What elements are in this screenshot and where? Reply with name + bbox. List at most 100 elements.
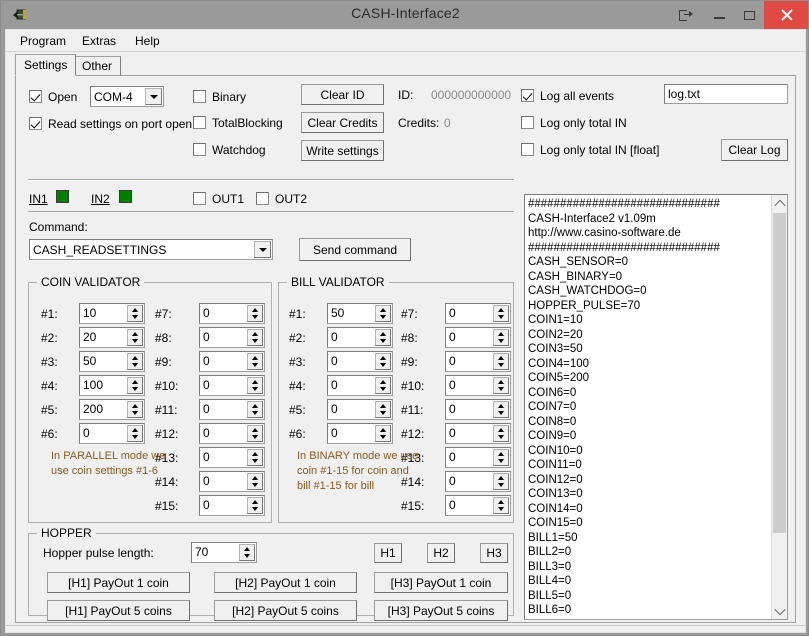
coin-right-stepper-6[interactable]: 0 xyxy=(199,423,265,444)
bill-left-stepper-4[interactable]: 0 xyxy=(327,375,393,396)
stepper-down-icon[interactable] xyxy=(127,337,143,346)
out2-checkbox[interactable]: OUT2 xyxy=(256,191,307,206)
chevron-down-icon[interactable] xyxy=(772,602,787,619)
log-total-in-checkbox[interactable]: Log only total IN xyxy=(521,115,627,130)
chevron-down-icon[interactable] xyxy=(254,241,271,258)
coin-left-stepper-4[interactable]: 100 xyxy=(79,375,145,396)
h3-payout-5-button[interactable]: [H3] PayOut 5 coins xyxy=(374,600,508,621)
log-scrollbar[interactable] xyxy=(771,195,787,619)
stepper-down-icon[interactable] xyxy=(493,505,509,514)
binary-checkbox[interactable]: Binary xyxy=(193,89,246,104)
bill-left-stepper-3[interactable]: 0 xyxy=(327,351,393,372)
bill-right-stepper-1[interactable]: 0 xyxy=(445,303,511,324)
maximize-button[interactable] xyxy=(734,1,764,29)
stepper-down-icon[interactable] xyxy=(493,457,509,466)
stepper-down-icon[interactable] xyxy=(493,337,509,346)
log-total-in-float-checkbox[interactable]: Log only total IN [float] xyxy=(521,142,659,157)
stepper-down-icon[interactable] xyxy=(247,433,263,442)
chevron-down-icon[interactable] xyxy=(145,88,162,105)
stepper-down-icon[interactable] xyxy=(493,481,509,490)
stepper-down-icon[interactable] xyxy=(247,457,263,466)
clear-log-button[interactable]: Clear Log xyxy=(721,139,788,161)
stepper-down-icon[interactable] xyxy=(247,313,263,322)
h3-payout-1-button[interactable]: [H3] PayOut 1 coin xyxy=(374,572,508,593)
stepper-down-icon[interactable] xyxy=(375,385,391,394)
stepper-down-icon[interactable] xyxy=(127,361,143,370)
coin-left-stepper-1[interactable]: 10 xyxy=(79,303,145,324)
h1-payout-1-button[interactable]: [H1] PayOut 1 coin xyxy=(47,572,190,593)
coin-left-stepper-5[interactable]: 200 xyxy=(79,399,145,420)
stepper-down-icon[interactable] xyxy=(247,361,263,370)
bill-left-stepper-2[interactable]: 0 xyxy=(327,327,393,348)
coin-right-stepper-1[interactable]: 0 xyxy=(199,303,265,324)
com-port-select[interactable]: COM-4 xyxy=(90,86,164,107)
bill-right-stepper-8[interactable]: 0 xyxy=(445,471,511,492)
close-button[interactable] xyxy=(764,1,808,29)
menu-item-extras[interactable]: Extras xyxy=(76,33,122,49)
totalblocking-checkbox[interactable]: TotalBlocking xyxy=(193,115,283,130)
minimize-button[interactable] xyxy=(704,1,734,29)
coin-right-stepper-3[interactable]: 0 xyxy=(199,351,265,372)
h1-button[interactable]: H1 xyxy=(374,543,402,563)
log-scrollbar-thumb[interactable] xyxy=(773,213,786,533)
coin-right-stepper-2[interactable]: 0 xyxy=(199,327,265,348)
stepper-down-icon[interactable] xyxy=(493,361,509,370)
stepper-down-icon[interactable] xyxy=(247,385,263,394)
write-settings-button[interactable]: Write settings xyxy=(301,140,384,161)
log-all-events-checkbox[interactable]: Log all events xyxy=(521,88,614,103)
send-command-button[interactable]: Send command xyxy=(299,238,411,261)
stepper-down-icon[interactable] xyxy=(375,313,391,322)
bill-left-stepper-1[interactable]: 50 xyxy=(327,303,393,324)
out1-checkbox[interactable]: OUT1 xyxy=(193,191,244,206)
coin-left-stepper-2[interactable]: 20 xyxy=(79,327,145,348)
in2-label[interactable]: IN2 xyxy=(91,192,110,206)
read-settings-checkbox[interactable]: Read settings on port open xyxy=(29,116,192,131)
coin-left-stepper-6[interactable]: 0 xyxy=(79,423,145,444)
stepper-down-icon[interactable] xyxy=(493,313,509,322)
bill-right-stepper-9[interactable]: 0 xyxy=(445,495,511,516)
stepper-down-icon[interactable] xyxy=(247,505,263,514)
hopper-pulse-stepper[interactable]: 70 xyxy=(191,542,257,563)
bill-right-stepper-6[interactable]: 0 xyxy=(445,423,511,444)
coin-right-stepper-7[interactable]: 0 xyxy=(199,447,265,468)
clear-id-button[interactable]: Clear ID xyxy=(301,84,384,105)
coin-right-stepper-9[interactable]: 0 xyxy=(199,495,265,516)
stepper-down-icon[interactable] xyxy=(375,337,391,346)
watchdog-checkbox[interactable]: Watchdog xyxy=(193,142,266,157)
stepper-down-icon[interactable] xyxy=(127,313,143,322)
bill-right-stepper-2[interactable]: 0 xyxy=(445,327,511,348)
log-file-input[interactable]: log.txt xyxy=(664,84,788,104)
stepper-down-icon[interactable] xyxy=(127,433,143,442)
bill-right-stepper-3[interactable]: 0 xyxy=(445,351,511,372)
coin-right-stepper-5[interactable]: 0 xyxy=(199,399,265,420)
restore-external-icon[interactable] xyxy=(670,1,702,29)
stepper-down-icon[interactable] xyxy=(493,385,509,394)
log-output[interactable]: ############################## CASH-Inte… xyxy=(524,194,788,620)
bill-left-stepper-6[interactable]: 0 xyxy=(327,423,393,444)
stepper-down-icon[interactable] xyxy=(493,433,509,442)
stepper-down-icon[interactable] xyxy=(247,337,263,346)
bill-right-stepper-4[interactable]: 0 xyxy=(445,375,511,396)
coin-right-stepper-4[interactable]: 0 xyxy=(199,375,265,396)
coin-right-stepper-8[interactable]: 0 xyxy=(199,471,265,492)
stepper-down-icon[interactable] xyxy=(375,361,391,370)
coin-left-stepper-3[interactable]: 50 xyxy=(79,351,145,372)
h2-payout-1-button[interactable]: [H2] PayOut 1 coin xyxy=(214,572,357,593)
stepper-down-icon[interactable] xyxy=(127,409,143,418)
stepper-down-icon[interactable] xyxy=(375,433,391,442)
open-checkbox[interactable]: Open xyxy=(29,89,77,104)
bill-right-stepper-5[interactable]: 0 xyxy=(445,399,511,420)
h2-button[interactable]: H2 xyxy=(427,543,455,563)
clear-credits-button[interactable]: Clear Credits xyxy=(301,112,384,133)
h2-payout-5-button[interactable]: [H2] PayOut 5 coins xyxy=(214,600,357,621)
stepper-down-icon[interactable] xyxy=(247,409,263,418)
menu-item-help[interactable]: Help xyxy=(129,33,166,49)
command-select[interactable]: CASH_READSETTINGS xyxy=(29,239,273,260)
stepper-down-icon[interactable] xyxy=(493,409,509,418)
bill-left-stepper-5[interactable]: 0 xyxy=(327,399,393,420)
bill-right-stepper-7[interactable]: 0 xyxy=(445,447,511,468)
tab-settings[interactable]: Settings xyxy=(15,54,77,76)
chevron-up-icon[interactable] xyxy=(772,195,787,212)
h1-payout-5-button[interactable]: [H1] PayOut 5 coins xyxy=(47,600,190,621)
stepper-down-icon[interactable] xyxy=(127,385,143,394)
